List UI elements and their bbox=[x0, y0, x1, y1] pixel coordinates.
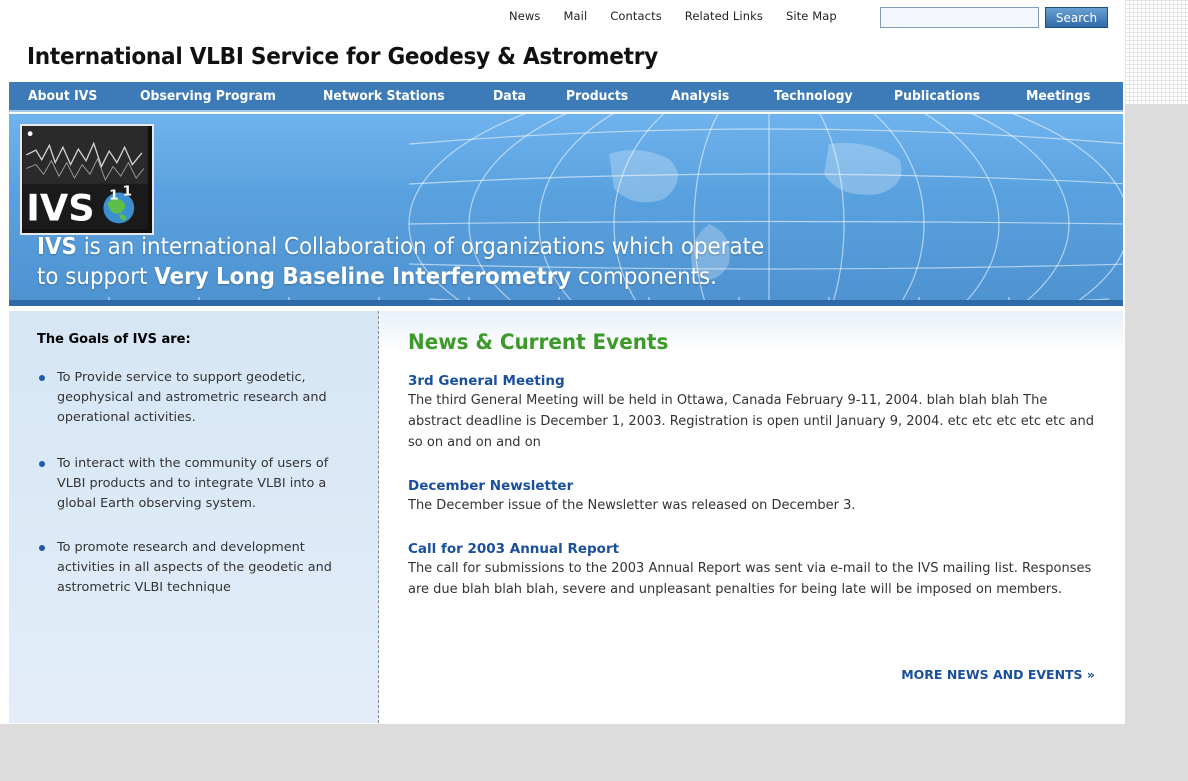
news-body: The third General Meeting will be held i… bbox=[408, 393, 1094, 450]
hero-tagline-vlbi: Very Long Baseline Interferometry bbox=[154, 264, 572, 290]
nav-link-contacts[interactable]: Contacts bbox=[610, 9, 662, 23]
news-title: News & Current Events bbox=[408, 330, 669, 354]
news-heading-link[interactable]: December Newsletter bbox=[408, 477, 1098, 495]
goal-text: To promote research and development acti… bbox=[57, 540, 332, 595]
goal-item: To promote research and development acti… bbox=[37, 538, 357, 598]
main-nav-analysis[interactable]: Analysis bbox=[671, 88, 729, 104]
hero-tagline-line2-end: components. bbox=[571, 264, 717, 290]
main-nav-data[interactable]: Data bbox=[493, 88, 526, 104]
more-news-link[interactable]: MORE NEWS AND EVENTS » bbox=[901, 667, 1095, 682]
hero-tagline-line2-start: to support bbox=[37, 264, 155, 290]
goal-text: To interact with the community of users … bbox=[57, 456, 329, 511]
main-nav-network-stations[interactable]: Network Stations bbox=[323, 88, 445, 104]
goals-title: The Goals of IVS are: bbox=[37, 332, 191, 347]
goal-item: To interact with the community of users … bbox=[37, 454, 357, 514]
news-heading-link[interactable]: 3rd General Meeting bbox=[408, 372, 1098, 390]
right-gutter bbox=[1125, 0, 1188, 781]
utility-nav: News Mail Contacts Related Links Site Ma… bbox=[509, 9, 860, 23]
news-item: Call for 2003 Annual Report The call for… bbox=[408, 540, 1098, 600]
nav-link-related-links[interactable]: Related Links bbox=[685, 9, 763, 23]
hero-tagline-line1: IVS is an international Collaboration of… bbox=[37, 234, 764, 260]
news-heading-link[interactable]: Call for 2003 Annual Report bbox=[408, 540, 1098, 558]
news-item: December Newsletter The December issue o… bbox=[408, 477, 1098, 516]
goal-item: To Provide service to support geodetic, … bbox=[37, 368, 357, 428]
main-nav-products[interactable]: Products bbox=[566, 88, 628, 104]
site-title: International VLBI Service for Geodesy &… bbox=[27, 42, 658, 70]
news-body: The call for submissions to the 2003 Ann… bbox=[408, 561, 1092, 597]
bullet-icon bbox=[39, 375, 45, 381]
main-nav: About IVS Observing Program Network Stat… bbox=[9, 82, 1123, 112]
hero-tagline-ivs: IVS bbox=[37, 234, 77, 260]
main-nav-technology[interactable]: Technology bbox=[774, 88, 853, 104]
goal-text: To Provide service to support geodetic, … bbox=[57, 370, 327, 425]
main-nav-meetings[interactable]: Meetings bbox=[1026, 88, 1091, 104]
bottom-band bbox=[0, 724, 1188, 781]
search-button[interactable]: Search bbox=[1045, 7, 1108, 28]
nav-link-mail[interactable]: Mail bbox=[563, 9, 587, 23]
hero-tagline-line2: to support Very Long Baseline Interferom… bbox=[37, 264, 717, 290]
news-section: News & Current Events 3rd General Meetin… bbox=[380, 311, 1123, 723]
main-nav-publications[interactable]: Publications bbox=[894, 88, 980, 104]
svg-text:1: 1 bbox=[123, 183, 132, 199]
bullet-icon bbox=[39, 545, 45, 551]
news-item: 3rd General Meeting The third General Me… bbox=[408, 372, 1098, 453]
hero-banner: IVS 1 1 IVS is an international Collabor… bbox=[9, 114, 1123, 306]
svg-text:1: 1 bbox=[109, 187, 118, 203]
hero-bottom-bar bbox=[9, 300, 1123, 306]
nav-link-site-map[interactable]: Site Map bbox=[786, 9, 837, 23]
goals-sidebar: The Goals of IVS are: To Provide service… bbox=[9, 311, 379, 723]
ivs-logo-text: IVS bbox=[26, 186, 94, 229]
ivs-logo-graphic: IVS 1 1 bbox=[22, 126, 148, 229]
hero-tagline-line1-text: is an international Collaboration of org… bbox=[76, 234, 765, 260]
main-nav-observing-program[interactable]: Observing Program bbox=[140, 88, 276, 104]
search-input[interactable] bbox=[880, 7, 1039, 28]
right-gutter-pattern bbox=[1125, 0, 1188, 104]
ivs-logo[interactable]: IVS 1 1 bbox=[20, 124, 154, 235]
nav-link-news[interactable]: News bbox=[509, 9, 540, 23]
bullet-icon bbox=[39, 461, 45, 467]
main-nav-about-ivs[interactable]: About IVS bbox=[28, 88, 97, 104]
news-body: The December issue of the Newsletter was… bbox=[408, 498, 856, 513]
